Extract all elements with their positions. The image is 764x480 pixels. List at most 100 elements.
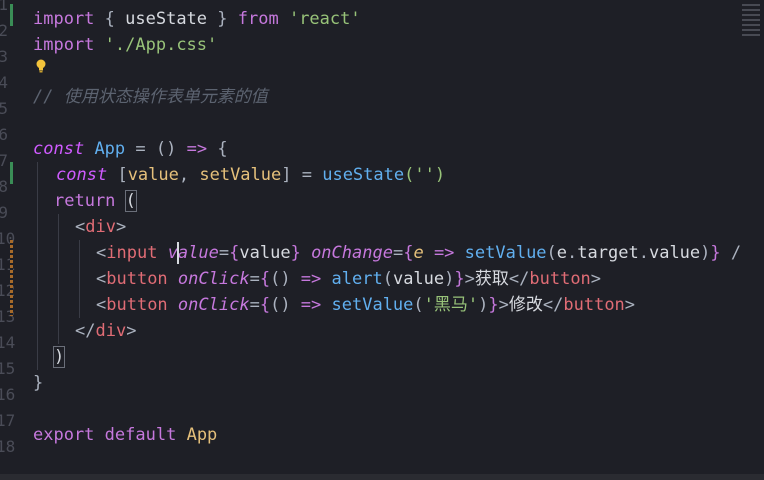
property: target: [577, 243, 639, 263]
status-strip: [0, 474, 764, 480]
jsx-attribute: onClick: [177, 269, 250, 289]
code-line[interactable]: <button onClick={() => setValue('黑马')}>修…: [96, 292, 635, 318]
comment: // 使用状态操作表单元素的值: [33, 87, 268, 107]
line-number: 12: [0, 281, 15, 300]
lightbulb-icon[interactable]: [36, 58, 46, 73]
operator: =: [291, 165, 323, 185]
jsx-text: 修改: [508, 295, 543, 315]
variable: e: [556, 243, 568, 263]
matching-bracket: ): [52, 346, 66, 368]
code-line[interactable]: }: [33, 370, 43, 396]
operator: =: [125, 139, 156, 159]
line-number-gutter: 1 2 3 4 5 6 7 8 9 10 11 12 13 14 15 16 1…: [0, 0, 16, 474]
code-line[interactable]: const App = () => {: [33, 136, 228, 162]
code-line[interactable]: <button onClick={() => alert(value)}>获取<…: [96, 266, 601, 292]
line-number: 10: [0, 229, 16, 248]
jsx-tag: button: [563, 295, 625, 315]
punctuation: {: [94, 9, 126, 29]
jsx-tag: button: [106, 295, 168, 315]
punctuation: >: [115, 217, 127, 237]
punctuation: (: [382, 269, 393, 289]
minimap[interactable]: [742, 4, 760, 38]
function-call: alert: [331, 269, 383, 289]
string: '黑马': [423, 295, 479, 315]
keyword: const: [56, 165, 108, 185]
operator: =: [392, 243, 404, 263]
keyword: default: [104, 425, 177, 445]
operator: =: [218, 243, 230, 263]
code-line[interactable]: return (: [54, 188, 137, 214]
identifier: App: [186, 425, 218, 445]
punctuation: ): [700, 243, 711, 263]
line-number: 18: [0, 437, 16, 456]
code-line[interactable]: ): [52, 344, 66, 370]
punctuation: (: [413, 295, 424, 315]
function-name: App: [94, 139, 126, 159]
code-line[interactable]: import './App.css': [33, 32, 217, 58]
code-line[interactable]: // 使用状态操作表单元素的值: [33, 84, 268, 110]
punctuation: }: [488, 295, 499, 315]
punctuation: {: [259, 269, 271, 289]
jsx-tag: input: [106, 243, 158, 263]
code-line[interactable]: <div>: [75, 214, 126, 240]
jsx-text: 获取: [474, 269, 509, 289]
line-number: 6: [0, 125, 8, 144]
punctuation: >: [464, 269, 475, 289]
string: 'react': [288, 9, 361, 29]
punctuation: <: [96, 243, 107, 263]
code-line[interactable]: import { useState } from 'react': [33, 6, 361, 32]
code-line[interactable]: const [value, setValue] = useState(''): [56, 162, 445, 188]
jsx-tag: div: [85, 217, 116, 237]
code-editor[interactable]: 1 2 3 4 5 6 7 8 9 10 11 12 13 14 15 16 1…: [0, 0, 764, 474]
operator: =: [249, 295, 260, 315]
keyword: export: [33, 425, 95, 445]
punctuation: >: [126, 321, 137, 341]
punctuation: }: [290, 243, 301, 263]
punctuation: (: [546, 243, 557, 263]
string: './App.css': [104, 35, 218, 55]
variable: value: [239, 243, 291, 263]
property: value: [648, 243, 701, 263]
function-call: setValue: [464, 243, 547, 263]
jsx-tag: div: [95, 321, 127, 341]
variable: setValue: [199, 165, 282, 185]
variable: value: [392, 269, 445, 289]
line-number: 2: [0, 21, 8, 40]
operator: =: [249, 269, 260, 289]
punctuation: {: [229, 243, 240, 263]
jsx-attribute: onChange: [311, 243, 393, 263]
line-number: 13: [0, 307, 16, 326]
code-line[interactable]: export default App: [33, 422, 217, 448]
git-added-marker: [10, 162, 13, 184]
function-call: setValue: [331, 295, 414, 315]
line-number: 8: [0, 177, 8, 196]
punctuation: </: [75, 321, 96, 341]
punctuation: </: [542, 295, 564, 315]
line-number: 7: [0, 151, 8, 170]
line-number: 14: [0, 333, 16, 352]
git-modified-marker: [10, 240, 13, 316]
punctuation: }: [454, 269, 465, 289]
code-line[interactable]: </div>: [75, 318, 136, 344]
keyword: return: [54, 191, 116, 211]
punctuation: <: [96, 269, 107, 289]
variable: value: [127, 165, 179, 185]
punctuation: (): [270, 269, 291, 289]
string: (''): [404, 165, 446, 185]
punctuation: {: [403, 243, 414, 263]
punctuation: {: [217, 139, 228, 159]
punctuation: ]: [281, 165, 292, 185]
punctuation: (): [270, 295, 291, 315]
line-number: 11: [0, 255, 15, 274]
punctuation: ): [478, 295, 489, 315]
code-line[interactable]: <input value={value} onChange={e => setV…: [96, 240, 741, 266]
